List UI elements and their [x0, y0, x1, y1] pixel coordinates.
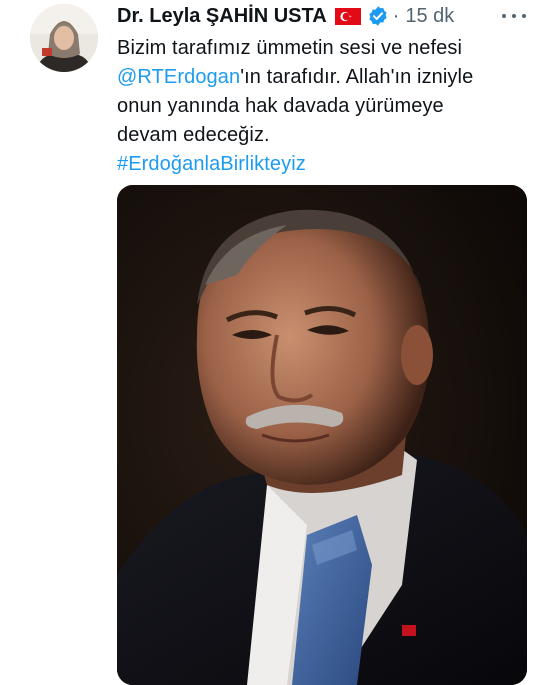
tweet-line-2: @RTErdogan'ın tarafıdır. Allah'ın izniyl… — [117, 63, 537, 92]
tweet-hashtag-line: #ErdoğanlaBirlikteyiz — [117, 150, 537, 179]
turkey-flag-icon — [334, 7, 361, 25]
tweet-line-3: onun yanında hak davada yürümeye — [117, 95, 444, 117]
tweet-line-2-text: 'ın tarafıdır. Allah'ın izniyle — [240, 66, 474, 88]
author-avatar[interactable] — [30, 4, 98, 72]
mention-link[interactable]: @RTErdogan — [117, 66, 240, 88]
tweet-timestamp[interactable]: 15 dk — [405, 5, 454, 28]
more-icon[interactable] — [500, 6, 528, 26]
tweet-header: Dr. Leyla ŞAHİN USTA · 15 dk — [117, 2, 454, 30]
author-name[interactable]: Dr. Leyla ŞAHİN USTA — [117, 5, 327, 28]
avatar-image — [30, 4, 98, 72]
hashtag-link[interactable]: #ErdoğanlaBirlikteyiz — [117, 153, 306, 175]
tweet-line-4: devam edeceğiz. — [117, 124, 270, 146]
separator-dot: · — [392, 4, 400, 27]
portrait-image — [117, 185, 527, 685]
tweet-photo[interactable] — [117, 185, 527, 685]
tweet-line-1: Bizim tarafımız ümmetin sesi ve nefesi — [117, 37, 463, 59]
verified-badge-icon — [367, 5, 389, 27]
tweet-text: Bizim tarafımız ümmetin sesi ve nefesi @… — [117, 34, 537, 179]
